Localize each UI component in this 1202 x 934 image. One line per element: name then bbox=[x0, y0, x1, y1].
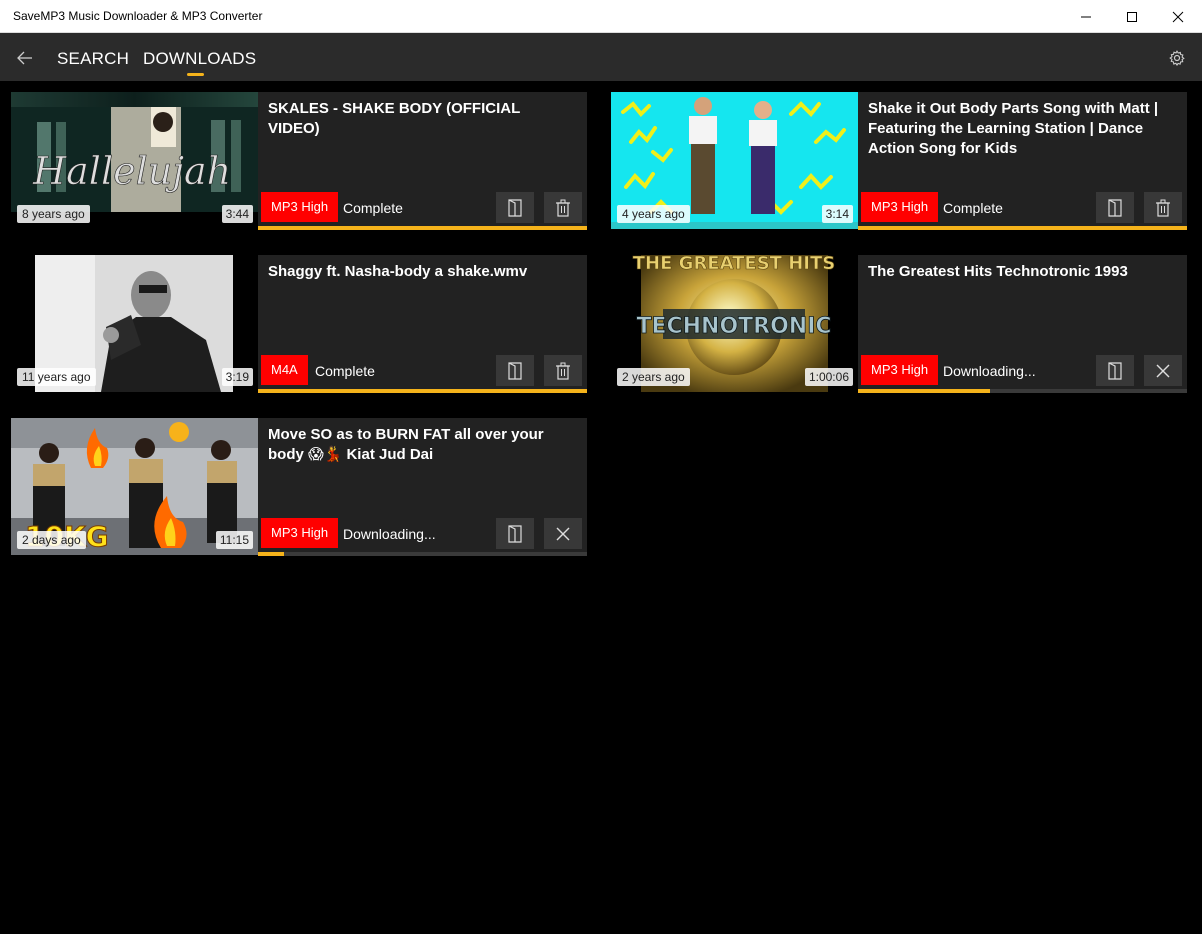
tab-downloads[interactable]: DOWNLOADS bbox=[143, 49, 256, 69]
minimize-button[interactable] bbox=[1063, 0, 1109, 33]
close-icon bbox=[1172, 11, 1184, 22]
close-icon bbox=[1156, 364, 1170, 377]
video-title: Shake it Out Body Parts Song with Matt |… bbox=[868, 100, 1159, 157]
item-info: Move SO as to BURN FAT all over your bod… bbox=[258, 418, 587, 555]
item-info: The Greatest Hits Technotronic 1993 MP3 … bbox=[858, 255, 1187, 392]
download-status: Downloading... bbox=[943, 363, 1036, 379]
download-status: Complete bbox=[943, 200, 1003, 216]
download-item[interactable]: Hallelujah 8 years ago 3:44 SKALES - SHA… bbox=[11, 92, 587, 232]
cancel-download-button[interactable] bbox=[1144, 355, 1182, 386]
video-thumbnail[interactable]: 4 years ago 3:14 bbox=[611, 92, 858, 229]
cancel-download-button[interactable] bbox=[544, 518, 582, 549]
download-progress bbox=[258, 226, 587, 230]
format-badge[interactable]: M4A bbox=[261, 355, 308, 385]
format-badge[interactable]: MP3 High bbox=[261, 518, 339, 548]
back-arrow-icon bbox=[17, 51, 32, 65]
upload-age: 11 years ago bbox=[17, 368, 96, 386]
duration-badge: 3:19 bbox=[221, 368, 253, 386]
video-thumbnail[interactable]: 11 years ago 3:19 bbox=[11, 255, 258, 392]
delete-icon bbox=[556, 362, 570, 380]
upload-age: 2 years ago bbox=[617, 368, 690, 386]
open-folder-button[interactable] bbox=[496, 518, 534, 549]
open-folder-button[interactable] bbox=[496, 355, 534, 386]
app-nav-bar: SEARCH DOWNLOADS bbox=[0, 33, 1202, 81]
video-title: SKALES - SHAKE BODY (OFFICIAL VIDEO) bbox=[268, 100, 520, 137]
format-badge[interactable]: MP3 High bbox=[261, 192, 339, 222]
video-title: Shaggy ft. Nasha-body a shake.wmv bbox=[268, 263, 528, 280]
maximize-button[interactable] bbox=[1109, 0, 1155, 33]
format-badge[interactable]: MP3 High bbox=[861, 192, 939, 222]
video-thumbnail[interactable]: 10KG 2 days ago 11:15 bbox=[11, 418, 258, 555]
open-file-icon bbox=[1108, 198, 1122, 217]
progress-fill bbox=[258, 389, 587, 393]
item-info: SKALES - SHAKE BODY (OFFICIAL VIDEO) MP3… bbox=[258, 92, 587, 229]
delete-button[interactable] bbox=[544, 192, 582, 223]
open-folder-button[interactable] bbox=[496, 192, 534, 223]
delete-button[interactable] bbox=[1144, 192, 1182, 223]
settings-button[interactable] bbox=[1166, 47, 1188, 69]
open-file-icon bbox=[508, 361, 522, 380]
duration-badge: 3:14 bbox=[821, 205, 853, 223]
video-thumbnail[interactable]: THE GREATEST HITS TECHNOTRONIC 2 years a… bbox=[611, 255, 858, 392]
download-status: Complete bbox=[315, 363, 375, 379]
progress-fill bbox=[858, 389, 990, 393]
open-file-icon bbox=[508, 198, 522, 217]
duration-badge: 3:44 bbox=[221, 205, 253, 223]
video-title: Move SO as to BURN FAT all over your bod… bbox=[268, 426, 544, 463]
download-progress bbox=[258, 552, 587, 556]
title-bar: SaveMP3 Music Downloader & MP3 Converter bbox=[0, 0, 1202, 33]
download-item[interactable]: 10KG 2 days ago 11:15 Move SO as to BURN… bbox=[11, 418, 587, 558]
delete-icon bbox=[556, 199, 570, 217]
active-tab-indicator bbox=[187, 73, 204, 76]
back-button[interactable] bbox=[12, 45, 38, 71]
download-status: Downloading... bbox=[343, 526, 436, 542]
maximize-icon bbox=[1127, 11, 1137, 22]
svg-text:TECHNOTRONIC: TECHNOTRONIC bbox=[636, 314, 831, 339]
format-badge[interactable]: MP3 High bbox=[861, 355, 939, 385]
upload-age: 8 years ago bbox=[17, 205, 90, 223]
video-thumbnail[interactable]: Hallelujah 8 years ago 3:44 bbox=[11, 92, 258, 229]
svg-text:Hallelujah: Hallelujah bbox=[32, 149, 231, 193]
svg-text:THE GREATEST HITS: THE GREATEST HITS bbox=[633, 255, 835, 274]
download-progress bbox=[858, 389, 1187, 393]
window-title: SaveMP3 Music Downloader & MP3 Converter bbox=[13, 9, 263, 23]
download-item[interactable]: 4 years ago 3:14 Shake it Out Body Parts… bbox=[611, 92, 1187, 232]
download-progress bbox=[258, 389, 587, 393]
progress-fill bbox=[858, 226, 1187, 230]
download-item[interactable]: THE GREATEST HITS TECHNOTRONIC 2 years a… bbox=[611, 255, 1187, 395]
download-item[interactable]: 11 years ago 3:19 Shaggy ft. Nasha-body … bbox=[11, 255, 587, 395]
download-status: Complete bbox=[343, 200, 403, 216]
item-info: Shake it Out Body Parts Song with Matt |… bbox=[858, 92, 1187, 229]
duration-badge: 11:15 bbox=[215, 531, 253, 549]
minimize-icon bbox=[1081, 16, 1091, 17]
gear-icon bbox=[1169, 50, 1185, 66]
delete-icon bbox=[1156, 199, 1170, 217]
upload-age: 2 days ago bbox=[17, 531, 86, 549]
video-title: The Greatest Hits Technotronic 1993 bbox=[868, 263, 1128, 280]
progress-fill bbox=[258, 226, 587, 230]
upload-age: 4 years ago bbox=[617, 205, 690, 223]
open-folder-button[interactable] bbox=[1096, 192, 1134, 223]
open-file-icon bbox=[508, 524, 522, 543]
open-folder-button[interactable] bbox=[1096, 355, 1134, 386]
download-progress bbox=[858, 226, 1187, 230]
open-file-icon bbox=[1108, 361, 1122, 380]
delete-button[interactable] bbox=[544, 355, 582, 386]
close-icon bbox=[556, 527, 570, 540]
tab-search[interactable]: SEARCH bbox=[57, 49, 129, 69]
item-info: Shaggy ft. Nasha-body a shake.wmv M4A Co… bbox=[258, 255, 587, 392]
duration-badge: 1:00:06 bbox=[804, 368, 853, 386]
progress-fill bbox=[258, 552, 285, 556]
close-window-button[interactable] bbox=[1155, 0, 1201, 33]
